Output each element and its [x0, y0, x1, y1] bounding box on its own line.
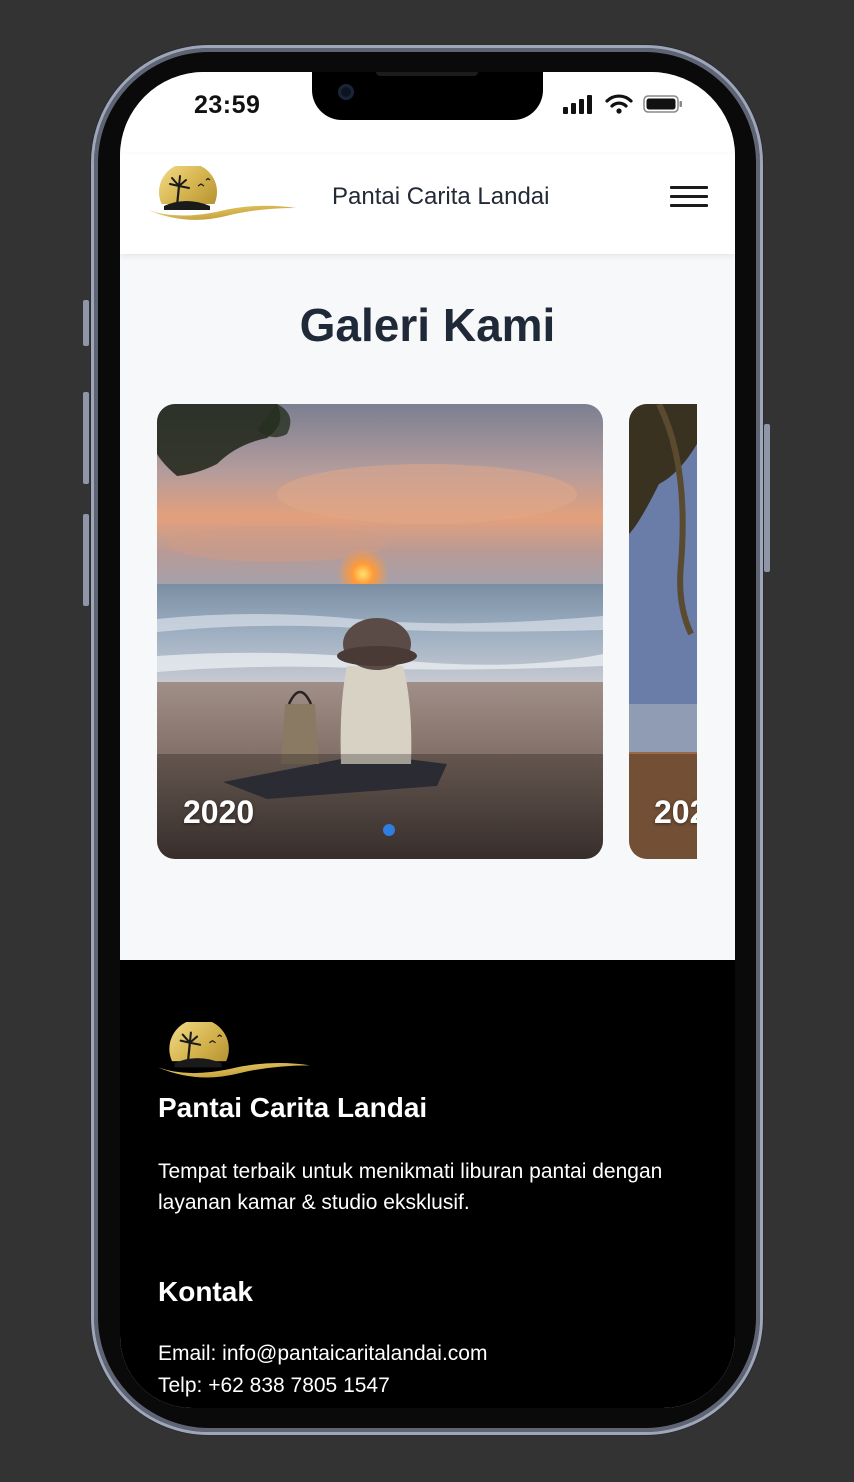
phone-screen: 23:59 Pantai Carita Landai Galeri Kami 2… — [120, 72, 735, 1408]
status-icons — [563, 94, 683, 114]
gallery-title: Galeri Kami — [299, 299, 556, 351]
status-time: 23:59 — [194, 91, 261, 119]
volume-up-button — [83, 392, 89, 484]
card-year-label: 202 — [654, 794, 697, 830]
status-bar: 23:59 — [120, 72, 735, 154]
beach-logo-icon — [158, 1019, 310, 1080]
beach-logo-icon — [148, 163, 296, 222]
top-navbar: Pantai Carita Landai — [120, 154, 735, 254]
footer-logo — [156, 1019, 312, 1089]
gallery-card[interactable]: 2020 — [157, 404, 603, 859]
footer-description: Tempat terbaik untuk menikmati liburan p… — [158, 1160, 663, 1214]
gallery-card[interactable]: 202 — [629, 404, 697, 859]
mute-switch — [83, 300, 89, 346]
beach-sunset-photo — [157, 404, 603, 859]
brand-logo[interactable] — [146, 163, 298, 231]
volume-down-button — [83, 514, 89, 606]
card-year-label: 2020 — [183, 794, 255, 830]
carousel-dot-active[interactable] — [383, 824, 395, 836]
footer-contact-heading: Kontak — [158, 1276, 253, 1307]
footer-phone[interactable]: Telp: +62 838 7805 1547 — [158, 1374, 390, 1398]
footer-email[interactable]: Email: info@pantaicaritalandai.com — [158, 1342, 487, 1366]
footer-brand-name: Pantai Carita Landai — [158, 1092, 428, 1123]
hamburger-menu-icon[interactable] — [670, 186, 710, 210]
power-button — [764, 424, 770, 572]
front-camera — [338, 84, 354, 100]
footer: Pantai Carita Landai Tempat terbaik untu… — [120, 960, 735, 1408]
notch — [312, 72, 543, 120]
navbar-brand-name[interactable]: Pantai Carita Landai — [332, 183, 549, 211]
beach-photo — [629, 404, 697, 859]
speaker — [376, 72, 478, 76]
battery-icon — [643, 95, 682, 113]
wifi-icon — [605, 94, 633, 114]
signal-icon — [563, 95, 592, 114]
